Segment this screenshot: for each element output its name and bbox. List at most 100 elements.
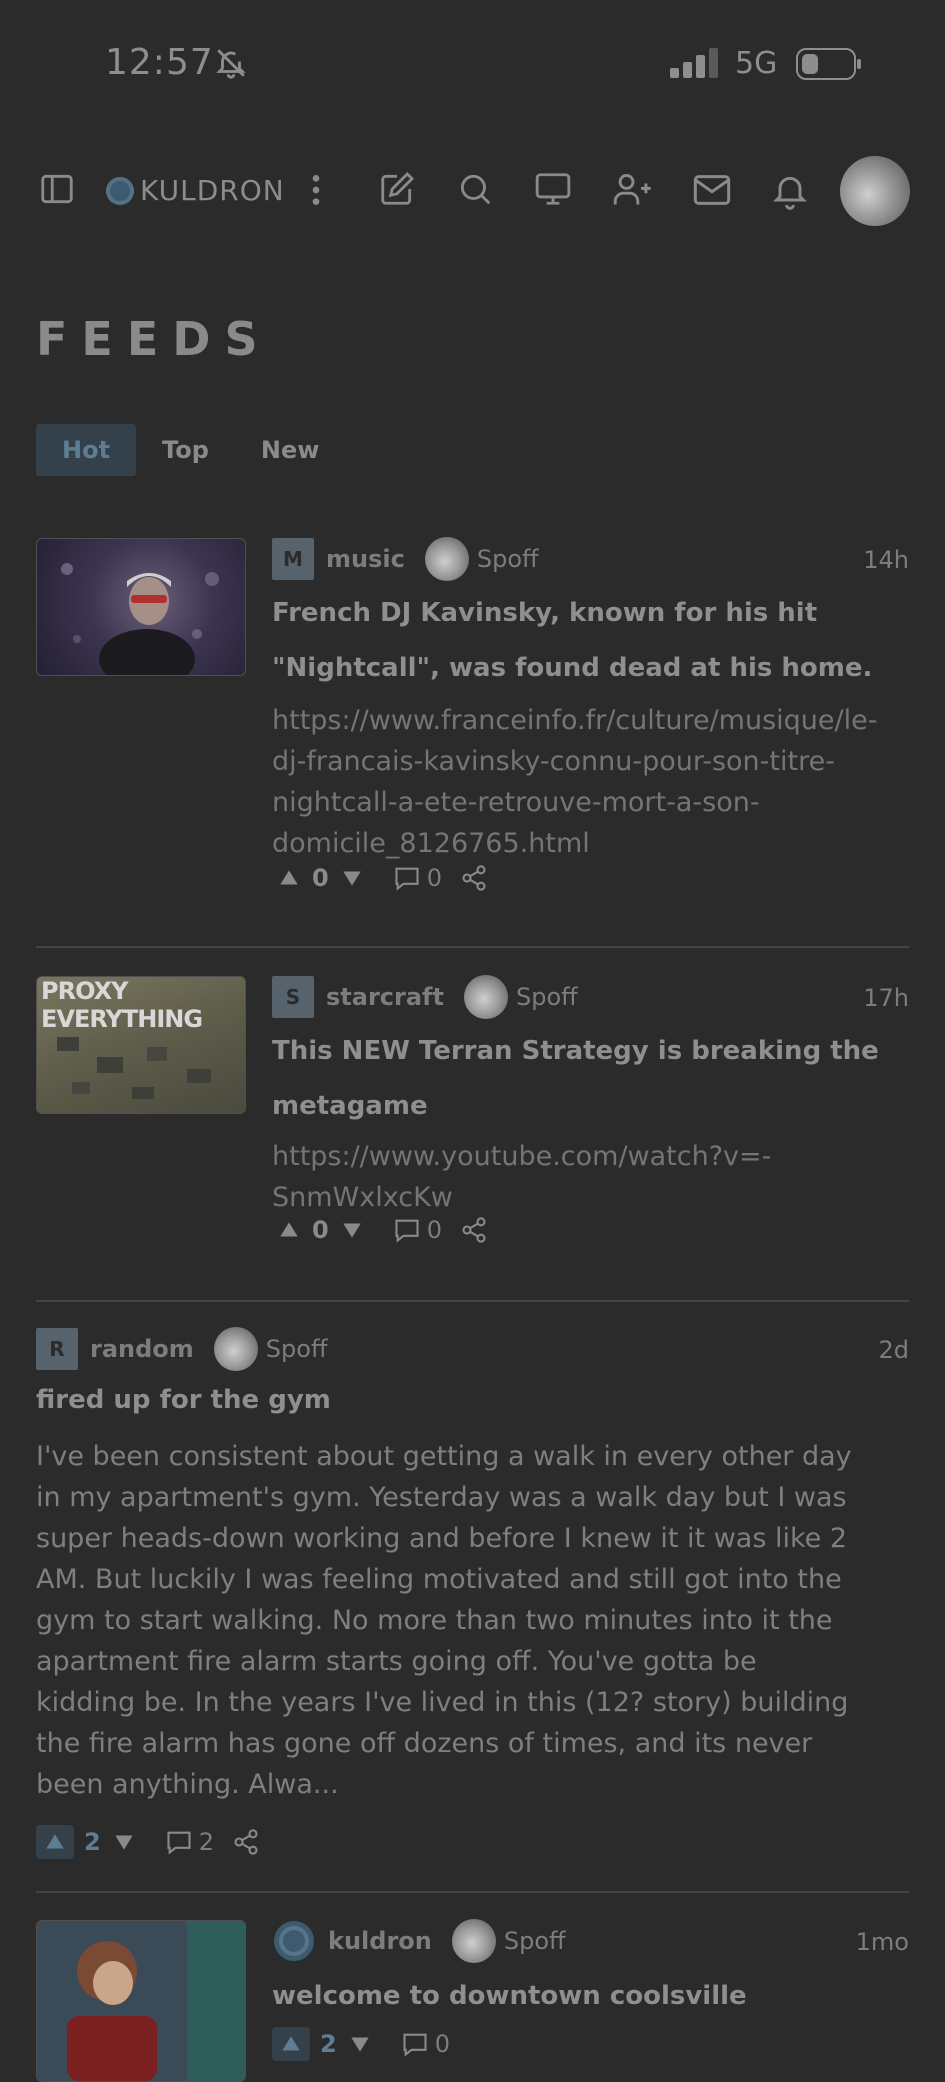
community-icon [274, 1921, 314, 1961]
tab-new[interactable]: New [235, 424, 346, 476]
post-url-line: https://www.youtube.com/watch?v=- [272, 1141, 772, 1172]
search-icon[interactable] [456, 170, 494, 208]
community-link[interactable]: music [326, 545, 405, 573]
post-meta: R random Spoff [36, 1327, 328, 1371]
upvote-icon [282, 2036, 300, 2051]
post-url[interactable]: https://www.youtube.com/watch?v=- SnmWxl… [272, 1136, 771, 1218]
post-url[interactable]: https://www.franceinfo.fr/culture/musiqu… [272, 700, 877, 864]
comment-count: 0 [426, 864, 442, 892]
post-body-line: I've been consistent about getting a wal… [36, 1441, 852, 1472]
comment-count: 0 [426, 1216, 442, 1244]
upvote-button-active[interactable] [36, 1825, 74, 1859]
post-body-line: apartment fire alarm starts going off. Y… [36, 1646, 757, 1677]
post-body[interactable]: I've been consistent about getting a wal… [36, 1436, 852, 1805]
comment-icon[interactable] [401, 2030, 429, 2058]
author-avatar [451, 1919, 496, 1963]
bell-off-icon [216, 49, 246, 79]
post-body-line: in my apartment's gym. Yesterday was a w… [36, 1482, 847, 1513]
share-icon[interactable] [460, 864, 488, 892]
tab-hot[interactable]: Hot [36, 424, 137, 476]
battery-icon [796, 48, 861, 80]
post-body-line: gym to start walking. No more than two m… [36, 1605, 833, 1636]
post-body-line: the fire alarm has gone off dozens of ti… [36, 1728, 813, 1759]
community-badge: R [36, 1328, 78, 1370]
post-title-line: French DJ Kavinsky, known for his hit [272, 598, 818, 628]
share-icon[interactable] [232, 1828, 260, 1856]
post-body-line: kidding be. In the years I've lived in t… [36, 1687, 849, 1718]
post-age: 2d [878, 1336, 909, 1364]
comment-icon[interactable] [393, 864, 421, 892]
user-avatar[interactable] [840, 156, 910, 226]
mail-icon[interactable] [692, 170, 732, 210]
cartoon-image [37, 1921, 245, 2081]
sidebar-toggle-icon[interactable] [38, 170, 76, 208]
create-post-icon[interactable] [378, 170, 416, 208]
post-card: M music Spoff 14h French DJ Kavinsky, kn… [36, 537, 909, 908]
post-title[interactable]: fired up for the gym [36, 1376, 331, 1424]
vote-score: 0 [312, 864, 329, 892]
upvote-icon[interactable] [276, 1217, 302, 1243]
brand-link[interactable]: KULDRON [106, 174, 285, 207]
status-time: 12:57 [105, 42, 214, 83]
status-bar: 12:57 5G [0, 0, 945, 130]
downvote-icon[interactable] [339, 1217, 365, 1243]
post-url-line: https://www.franceinfo.fr/culture/musiqu… [272, 705, 878, 736]
post-body-line: AM. But luckily I was feeling motivated … [36, 1564, 842, 1595]
comment-count: 2 [198, 1828, 214, 1856]
share-icon[interactable] [460, 1216, 488, 1244]
comment-icon[interactable] [393, 1216, 421, 1244]
community-badge: S [272, 976, 314, 1018]
author-name[interactable]: Spoff [504, 1927, 566, 1955]
post-actions: 2 2 [36, 1822, 260, 1862]
post-card: PROXY EVERYTHING S starcraft Spoff 17h T… [36, 975, 909, 1276]
comment-icon[interactable] [165, 1828, 193, 1856]
author-avatar [463, 975, 508, 1019]
author-avatar [213, 1327, 258, 1371]
post-meta: M music Spoff [272, 537, 539, 581]
upvote-icon [46, 1834, 64, 1849]
vote-score: 0 [312, 1216, 329, 1244]
post-divider [36, 1300, 909, 1302]
downvote-icon[interactable] [339, 865, 365, 891]
author-name[interactable]: Spoff [477, 545, 539, 573]
post-actions: 0 0 [276, 858, 488, 898]
notifications-bell-icon[interactable] [770, 170, 810, 210]
post-title[interactable]: French DJ Kavinsky, known for his hit "N… [272, 586, 872, 696]
downvote-icon[interactable] [111, 1829, 137, 1855]
comment-count: 0 [434, 2030, 450, 2058]
monitor-icon[interactable] [534, 170, 572, 208]
add-user-icon[interactable] [612, 170, 654, 210]
post-thumbnail[interactable]: PROXY EVERYTHING [36, 976, 246, 1114]
community-link[interactable]: random [90, 1335, 194, 1363]
post-age: 14h [863, 546, 909, 574]
post-divider [36, 946, 909, 948]
author-name[interactable]: Spoff [516, 983, 578, 1011]
post-body-line: been anything. Alwa... [36, 1769, 339, 1800]
community-link[interactable]: kuldron [328, 1927, 432, 1955]
community-link[interactable]: starcraft [326, 983, 444, 1011]
post-title[interactable]: welcome to downtown coolsville [272, 1972, 747, 2020]
post-divider [36, 1891, 909, 1893]
upvote-icon[interactable] [276, 865, 302, 891]
tab-top[interactable]: Top [136, 424, 235, 476]
post-actions: 2 0 [272, 2024, 450, 2064]
more-menu-icon[interactable] [296, 170, 336, 210]
post-thumbnail[interactable] [36, 1920, 246, 2082]
upvote-button-active[interactable] [272, 2027, 310, 2061]
post-card: R random Spoff 2d fired up for the gym I… [36, 1327, 909, 1868]
post-age: 17h [863, 984, 909, 1012]
post-title[interactable]: This NEW Terran Strategy is breaking the… [272, 1024, 879, 1134]
dj-photo-image [61, 563, 219, 675]
network-type: 5G [735, 46, 778, 81]
kuldron-logo-icon [106, 176, 134, 205]
thumbnail-caption: PROXY EVERYTHING [41, 977, 203, 1033]
post-actions: 0 0 [276, 1210, 488, 1250]
sort-tabs: Hot Top New [36, 424, 345, 476]
author-name[interactable]: Spoff [266, 1335, 328, 1363]
post-thumbnail[interactable] [36, 538, 246, 676]
post-url-line: dj-francais-kavinsky-connu-pour-son-titr… [272, 746, 835, 777]
post-meta: kuldron Spoff [272, 1919, 566, 1963]
signal-icon [670, 48, 718, 78]
post-url-line: nightcall-a-ete-retrouve-mort-a-son- [272, 787, 760, 818]
downvote-icon[interactable] [347, 2031, 373, 2057]
